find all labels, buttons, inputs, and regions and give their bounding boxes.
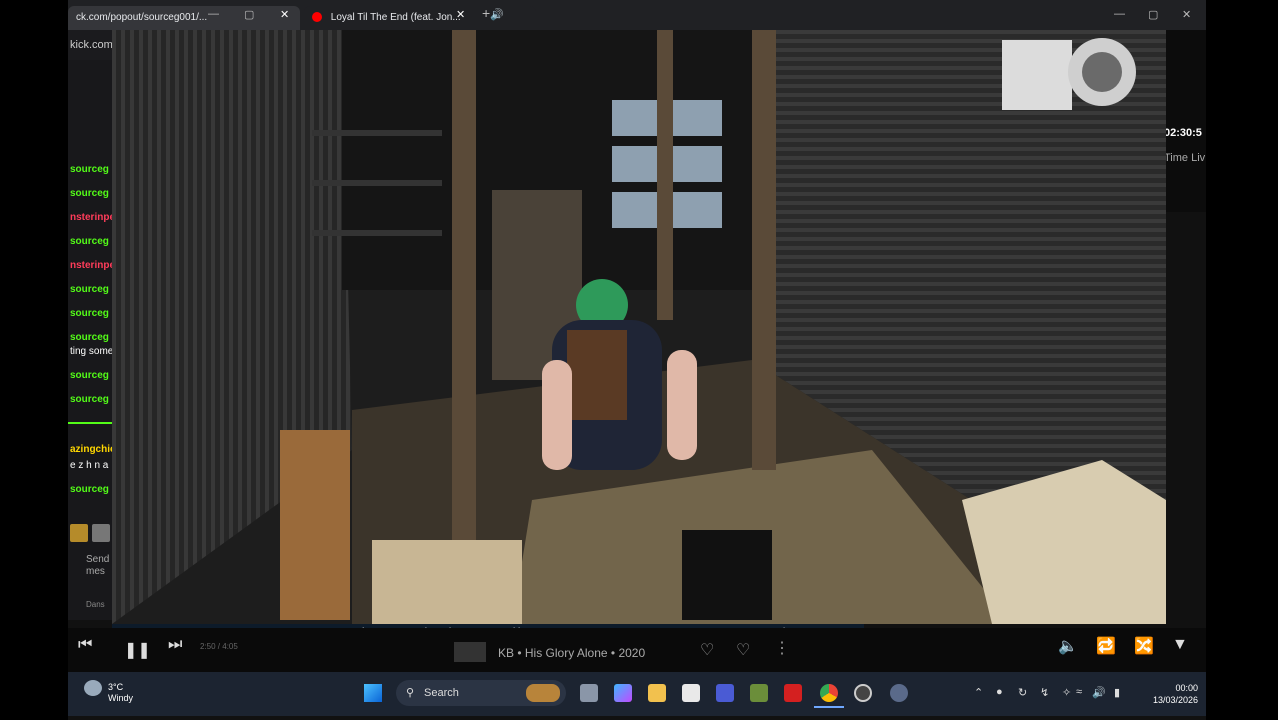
- more-options-icon[interactable]: ⋮: [774, 638, 790, 658]
- expand-player-icon[interactable]: ▼: [1172, 636, 1188, 654]
- browser-tab-strip: ck.com/popout/sourceg001/... — ▢ ✕ Loyal…: [68, 0, 1206, 30]
- chat-username[interactable]: nsterinpe: [70, 260, 114, 271]
- chat-username[interactable]: azingchie: [70, 444, 114, 455]
- weather-widget[interactable]: 3°C Windy: [108, 682, 133, 704]
- maximize-icon[interactable]: ▢: [244, 8, 254, 21]
- chat-username[interactable]: sourceg: [70, 308, 109, 319]
- volume-tray-icon[interactable]: 🔊: [1092, 686, 1106, 699]
- taskbar: [68, 672, 1206, 716]
- tab-title: ck.com/popout/sourceg001/...: [76, 12, 208, 23]
- chat-username[interactable]: sourceg: [70, 236, 109, 247]
- video-frame: [112, 30, 1166, 624]
- player-title: Time Liv: [1164, 152, 1206, 164]
- chat-username[interactable]: sourceg: [70, 284, 109, 295]
- chat-username[interactable]: sourceg: [70, 370, 109, 381]
- album-art: [454, 642, 486, 662]
- chat-footer-label: Dans: [86, 600, 105, 609]
- minimize-icon[interactable]: —: [208, 8, 219, 20]
- chat-username[interactable]: nsterinpe: [70, 212, 114, 223]
- volume-icon[interactable]: 🔈: [1058, 636, 1078, 656]
- tray-overflow-icon[interactable]: ⌃: [974, 686, 983, 699]
- store-icon[interactable]: [682, 684, 700, 702]
- chat-username[interactable]: sourceg: [70, 484, 109, 495]
- shuffle-icon[interactable]: 🔀: [1134, 636, 1154, 656]
- stream-video[interactable]: [112, 30, 1166, 624]
- netflix-icon[interactable]: [784, 684, 802, 702]
- app-icon[interactable]: [716, 684, 734, 702]
- tray-app-icon[interactable]: ●: [996, 686, 1003, 698]
- search-highlight-icon: [526, 684, 560, 702]
- tab-kick-popout[interactable]: ck.com/popout/sourceg001/...: [68, 6, 300, 30]
- pause-icon[interactable]: ❚❚: [124, 640, 151, 660]
- like-icon[interactable]: ♡: [736, 640, 750, 660]
- now-playing-text: KB • His Glory Alone • 2020: [498, 646, 646, 660]
- emote-icon: [92, 524, 110, 542]
- dislike-icon[interactable]: ♡: [700, 640, 714, 660]
- chat-message: e z h n a: [70, 460, 109, 471]
- chrome-icon[interactable]: [820, 684, 838, 702]
- tray-bluetooth-icon[interactable]: ✧: [1062, 686, 1071, 699]
- clock[interactable]: 00:00 13/03/2026: [1138, 682, 1198, 706]
- weather-icon[interactable]: [84, 680, 102, 696]
- chat-username[interactable]: sourceg: [70, 394, 109, 405]
- game-icon[interactable]: [750, 684, 768, 702]
- player-time: 02:30:5: [1164, 127, 1202, 139]
- chat-divider: [68, 422, 114, 424]
- copilot-icon[interactable]: [614, 684, 632, 702]
- speaker-icon[interactable]: 🔊: [490, 8, 504, 21]
- window-minimize-icon[interactable]: —: [1114, 8, 1125, 20]
- close-icon[interactable]: ✕: [280, 8, 289, 21]
- chat-message: ting some: [70, 346, 114, 357]
- desktop-screen: ck.com/popout/sourceg001/... — ▢ ✕ Loyal…: [68, 0, 1206, 720]
- active-app-indicator: [814, 706, 844, 708]
- clock-date: 13/03/2026: [1152, 695, 1198, 705]
- tray-language-icon[interactable]: ↯: [1040, 686, 1049, 699]
- search-placeholder: Search: [424, 687, 459, 699]
- chat-panel: sourceg sourceg nsterinpe sourceg nsteri…: [68, 60, 114, 620]
- chat-username[interactable]: sourceg: [70, 332, 109, 343]
- search-icon: ⚲: [406, 687, 415, 699]
- emote-icon: [70, 524, 88, 542]
- chat-input-placeholder[interactable]: mes: [86, 566, 105, 577]
- new-tab-button[interactable]: +: [482, 5, 490, 21]
- repeat-icon[interactable]: 🔁: [1096, 636, 1116, 656]
- file-explorer-icon[interactable]: [648, 684, 666, 702]
- weather-temp: 3°C: [108, 682, 124, 692]
- background-player-panel: [1166, 30, 1206, 212]
- tab-title: Loyal Til The End (feat. Jon...: [330, 12, 461, 23]
- chat-username[interactable]: sourceg: [70, 164, 109, 175]
- app-icon-2[interactable]: [890, 684, 908, 702]
- previous-track-icon[interactable]: ⏮: [78, 636, 92, 654]
- search-box[interactable]: ⚲ Search: [396, 680, 566, 706]
- window-maximize-icon[interactable]: ▢: [1148, 8, 1158, 21]
- tray-sync-icon[interactable]: ↻: [1018, 686, 1027, 699]
- chat-send-label[interactable]: Send: [86, 554, 109, 565]
- next-track-icon[interactable]: ⏭: [168, 636, 182, 654]
- track-elapsed: 2:50 / 4:05: [200, 642, 238, 651]
- window-close-icon[interactable]: ✕: [1182, 8, 1191, 21]
- tab-close-icon[interactable]: ✕: [456, 8, 465, 21]
- youtube-music-icon: [312, 12, 322, 23]
- weather-condition: Windy: [108, 693, 134, 703]
- wifi-icon[interactable]: ≈: [1076, 686, 1082, 698]
- battery-icon[interactable]: ▮: [1114, 686, 1120, 699]
- task-view-icon[interactable]: [580, 684, 598, 702]
- start-icon[interactable]: [364, 684, 382, 702]
- chat-username[interactable]: sourceg: [70, 188, 109, 199]
- obs-icon[interactable]: [854, 684, 872, 702]
- clock-time: 00:00: [1175, 683, 1198, 693]
